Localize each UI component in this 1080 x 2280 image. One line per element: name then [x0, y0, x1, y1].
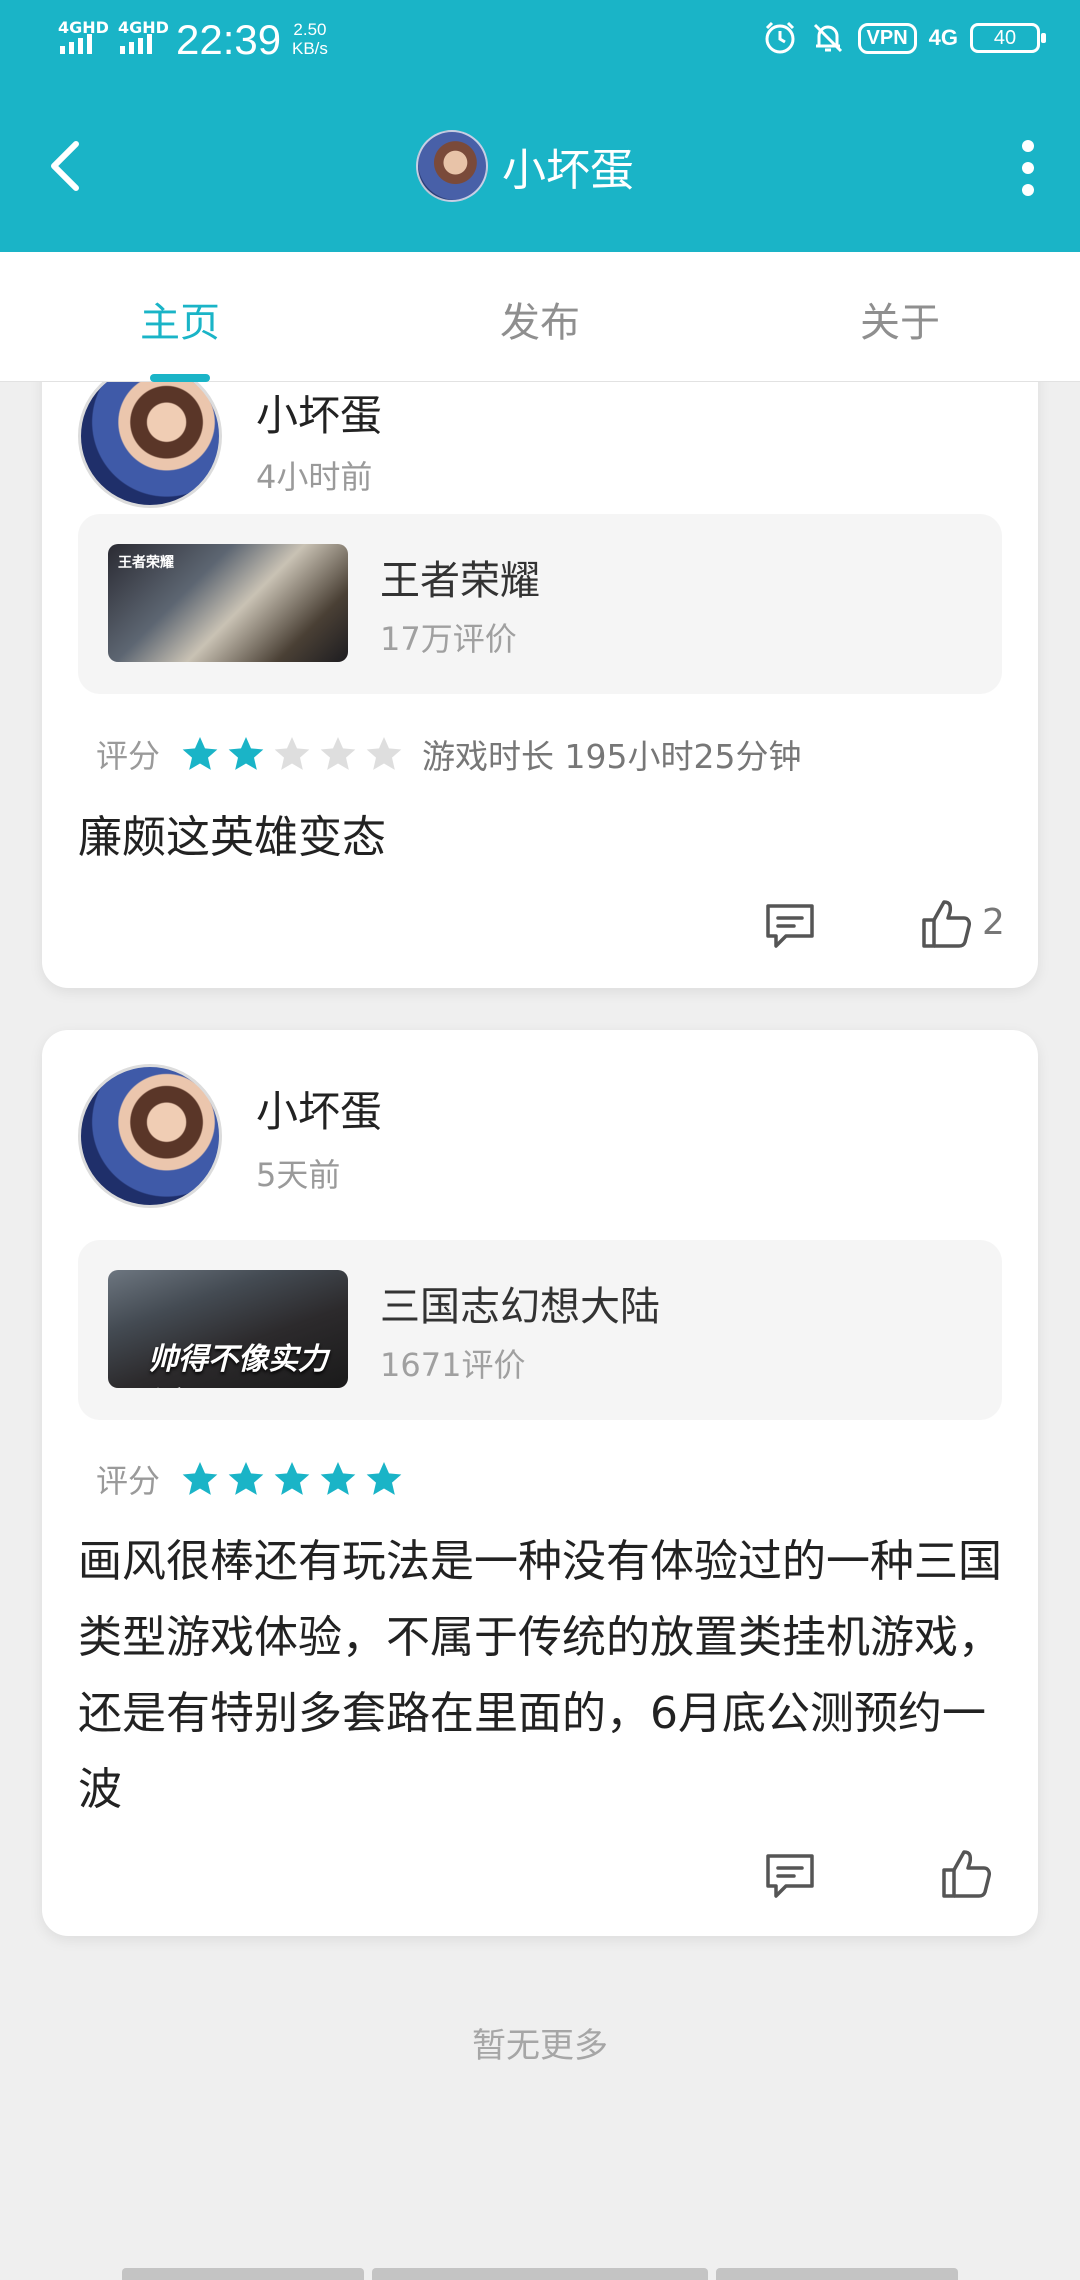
signal-2-bars-icon: [120, 34, 152, 54]
game-thumbnail-slogan: 帅得不像实力派: [148, 1342, 328, 1388]
post-time: 5天前: [256, 1156, 341, 1194]
game-card[interactable]: 帅得不像实力派 三国志幻想大陆 1671评价: [78, 1240, 1002, 1420]
nav-hint-bar: [372, 2268, 708, 2280]
star-icon: [320, 737, 356, 770]
star-icon: [366, 1462, 402, 1495]
alarm-icon: [765, 21, 795, 54]
star-rating: [180, 734, 404, 774]
post-time: 4小时前: [256, 458, 373, 496]
top-bar: 4GHD 4GHD 22:39 2.50 KB/s VPN 4G 40 小坏蛋: [0, 0, 1080, 252]
star-icon: [228, 1462, 264, 1495]
post-card: 小坏蛋 4小时前 王者荣耀 王者荣耀 17万评价 评分 游戏时长 195小时25…: [42, 382, 1038, 988]
profile-title: 小坏蛋: [416, 130, 634, 202]
star-icon: [182, 737, 218, 770]
network-speed-value: 2.50: [293, 20, 327, 39]
nav-hint-bar: [716, 2268, 958, 2280]
star-icon: [274, 737, 310, 770]
page-title: 小坏蛋: [502, 145, 634, 196]
active-tab-indicator: [150, 374, 210, 382]
star-icon: [366, 737, 402, 770]
rating-row: 评分 游戏时长 195小时25分钟: [96, 730, 801, 778]
nav-hint-bar: [122, 2268, 364, 2280]
rating-label: 评分: [96, 737, 161, 775]
avatar[interactable]: [78, 382, 222, 508]
post-feed[interactable]: 小坏蛋 4小时前 王者荣耀 王者荣耀 17万评价 评分 游戏时长 195小时25…: [0, 382, 1080, 2280]
game-thumbnail-logo: 王者荣耀: [118, 555, 174, 571]
game-review-count: 1671评价: [380, 1346, 526, 1384]
tab-about[interactable]: 关于: [800, 290, 1000, 348]
rating-row: 评分: [96, 1456, 422, 1502]
app-bar: 小坏蛋: [0, 84, 1080, 252]
tab-bar: 主页 发布 关于: [0, 252, 1080, 382]
star-rating: [180, 1459, 404, 1499]
post-body: 画风很棒还有玩法是一种没有体验过的一种三国类型游戏体验，不属于传统的放置类挂机游…: [78, 1536, 1002, 1815]
battery-indicator: 40: [970, 23, 1046, 53]
game-thumbnail: 王者荣耀: [108, 544, 348, 662]
header-avatar: [416, 130, 488, 202]
thumbs-up-icon[interactable]: [938, 1846, 994, 1902]
game-card[interactable]: 王者荣耀 王者荣耀 17万评价: [78, 514, 1002, 694]
post-username[interactable]: 小坏蛋: [256, 1078, 382, 1139]
tab-home[interactable]: 主页: [80, 290, 280, 348]
post-card: 小坏蛋 5天前 帅得不像实力派 三国志幻想大陆 1671评价 评分 画风很棒还有…: [42, 1030, 1038, 1936]
play-time: 游戏时长 195小时25分钟: [422, 737, 802, 776]
bell-off-icon: [813, 23, 842, 53]
star-icon: [320, 1462, 356, 1495]
rating-label: 评分: [96, 1462, 161, 1500]
comment-icon[interactable]: [762, 1848, 818, 1904]
game-name: 王者荣耀: [380, 558, 540, 604]
network-type: 4G: [928, 25, 958, 50]
star-icon: [228, 737, 264, 770]
more-vertical-icon[interactable]: [1018, 140, 1038, 196]
vpn-badge: VPN: [857, 22, 917, 54]
game-name: 三国志幻想大陆: [380, 1284, 660, 1330]
game-review-count: 17万评价: [380, 620, 517, 658]
game-thumbnail: 帅得不像实力派: [108, 1270, 348, 1388]
star-icon: [274, 1462, 310, 1495]
no-more-text: 暂无更多: [472, 2026, 608, 2066]
status-icons: VPN 4G 40: [762, 20, 1046, 56]
signal-1-bars-icon: [60, 34, 92, 54]
back-arrow-icon[interactable]: [42, 136, 92, 196]
comment-icon[interactable]: [762, 898, 818, 954]
post-body: 廉颇这英雄变态: [78, 812, 386, 863]
network-speed: 2.50 KB/s: [292, 20, 328, 58]
status-time: 22:39: [176, 16, 282, 63]
tab-posts[interactable]: 发布: [440, 290, 640, 348]
like-count: 2: [982, 902, 1005, 943]
network-speed-unit: KB/s: [292, 39, 328, 58]
star-icon: [182, 1462, 218, 1495]
status-bar: 4GHD 4GHD 22:39 2.50 KB/s VPN 4G 40: [0, 0, 1080, 84]
avatar[interactable]: [78, 1064, 222, 1208]
thumbs-up-icon[interactable]: [918, 896, 974, 952]
post-username[interactable]: 小坏蛋: [256, 382, 382, 443]
